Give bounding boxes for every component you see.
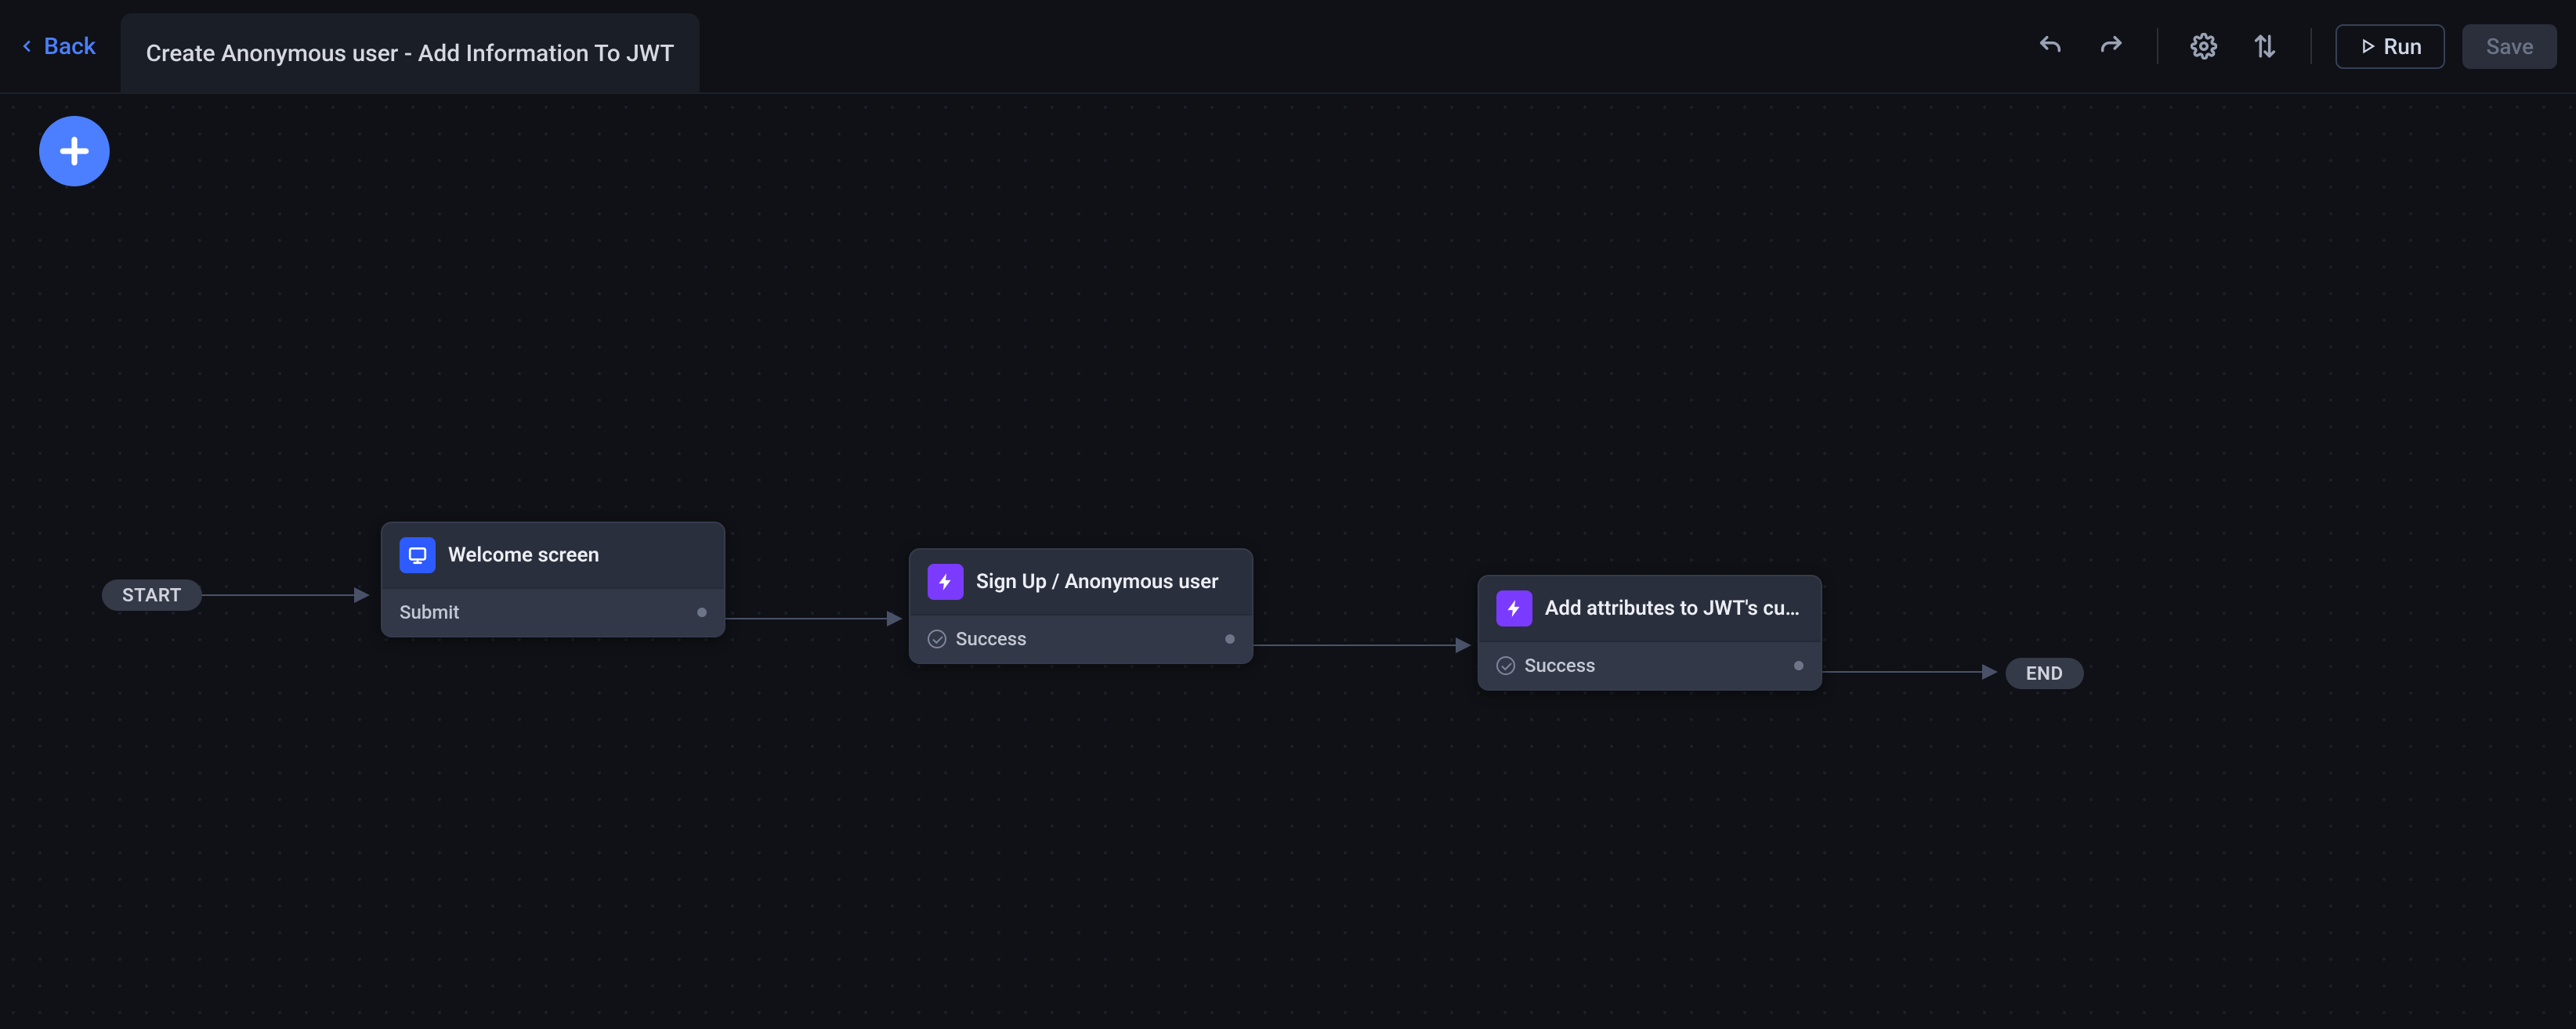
node-output-success[interactable]: Success xyxy=(910,614,1252,663)
node-title: Welcome screen xyxy=(448,543,707,567)
run-label: Run xyxy=(2384,34,2422,60)
node-add-attributes-jwt[interactable]: Add attributes to JWT's custom ... Succe… xyxy=(1478,575,1822,691)
output-port[interactable] xyxy=(1794,661,1804,670)
end-label: END xyxy=(2026,663,2064,684)
flow-canvas[interactable]: START END Welcome screen Submit Sign Up … xyxy=(0,94,2576,1029)
back-label: Back xyxy=(44,33,96,60)
lightning-icon xyxy=(928,564,964,600)
arrows-up-down-icon xyxy=(2252,33,2278,60)
flow-title-tab[interactable]: Create Anonymous user - Add Information … xyxy=(121,13,699,93)
undo-button[interactable] xyxy=(2028,24,2072,68)
screen-icon xyxy=(400,537,436,573)
check-circle-icon xyxy=(1496,656,1515,675)
end-pill[interactable]: END xyxy=(2006,658,2084,689)
add-node-button[interactable] xyxy=(39,116,110,186)
run-button[interactable]: Run xyxy=(2335,24,2446,69)
node-row-label: Success xyxy=(956,628,1027,650)
play-icon xyxy=(2359,38,2376,55)
node-welcome-screen[interactable]: Welcome screen Submit xyxy=(381,522,725,637)
node-output-submit[interactable]: Submit xyxy=(382,587,724,636)
node-title: Add attributes to JWT's custom ... xyxy=(1545,597,1804,620)
check-circle-icon xyxy=(928,630,946,648)
undo-icon xyxy=(2037,33,2064,60)
back-button[interactable]: Back xyxy=(19,33,96,60)
node-title: Sign Up / Anonymous user xyxy=(976,570,1235,594)
plus-icon xyxy=(57,134,92,168)
redo-icon xyxy=(2098,33,2125,60)
gear-icon xyxy=(2191,33,2217,60)
start-pill[interactable]: START xyxy=(102,579,202,611)
output-port[interactable] xyxy=(1225,634,1235,644)
save-button[interactable]: Save xyxy=(2462,24,2557,69)
node-row-label: Success xyxy=(1525,655,1596,677)
node-signup-anonymous[interactable]: Sign Up / Anonymous user Success xyxy=(909,548,1254,664)
node-row-label: Submit xyxy=(400,601,459,623)
lightning-icon xyxy=(1496,590,1532,626)
start-label: START xyxy=(122,584,182,606)
toolbar-divider xyxy=(2157,28,2158,64)
flow-title: Create Anonymous user - Add Information … xyxy=(146,40,674,67)
output-port[interactable] xyxy=(697,608,707,617)
save-label: Save xyxy=(2486,34,2534,60)
node-output-success[interactable]: Success xyxy=(1479,641,1821,689)
arrow-left-icon xyxy=(19,38,36,55)
settings-button[interactable] xyxy=(2182,24,2226,68)
sort-button[interactable] xyxy=(2243,24,2287,68)
toolbar-divider xyxy=(2310,28,2312,64)
redo-button[interactable] xyxy=(2089,24,2133,68)
